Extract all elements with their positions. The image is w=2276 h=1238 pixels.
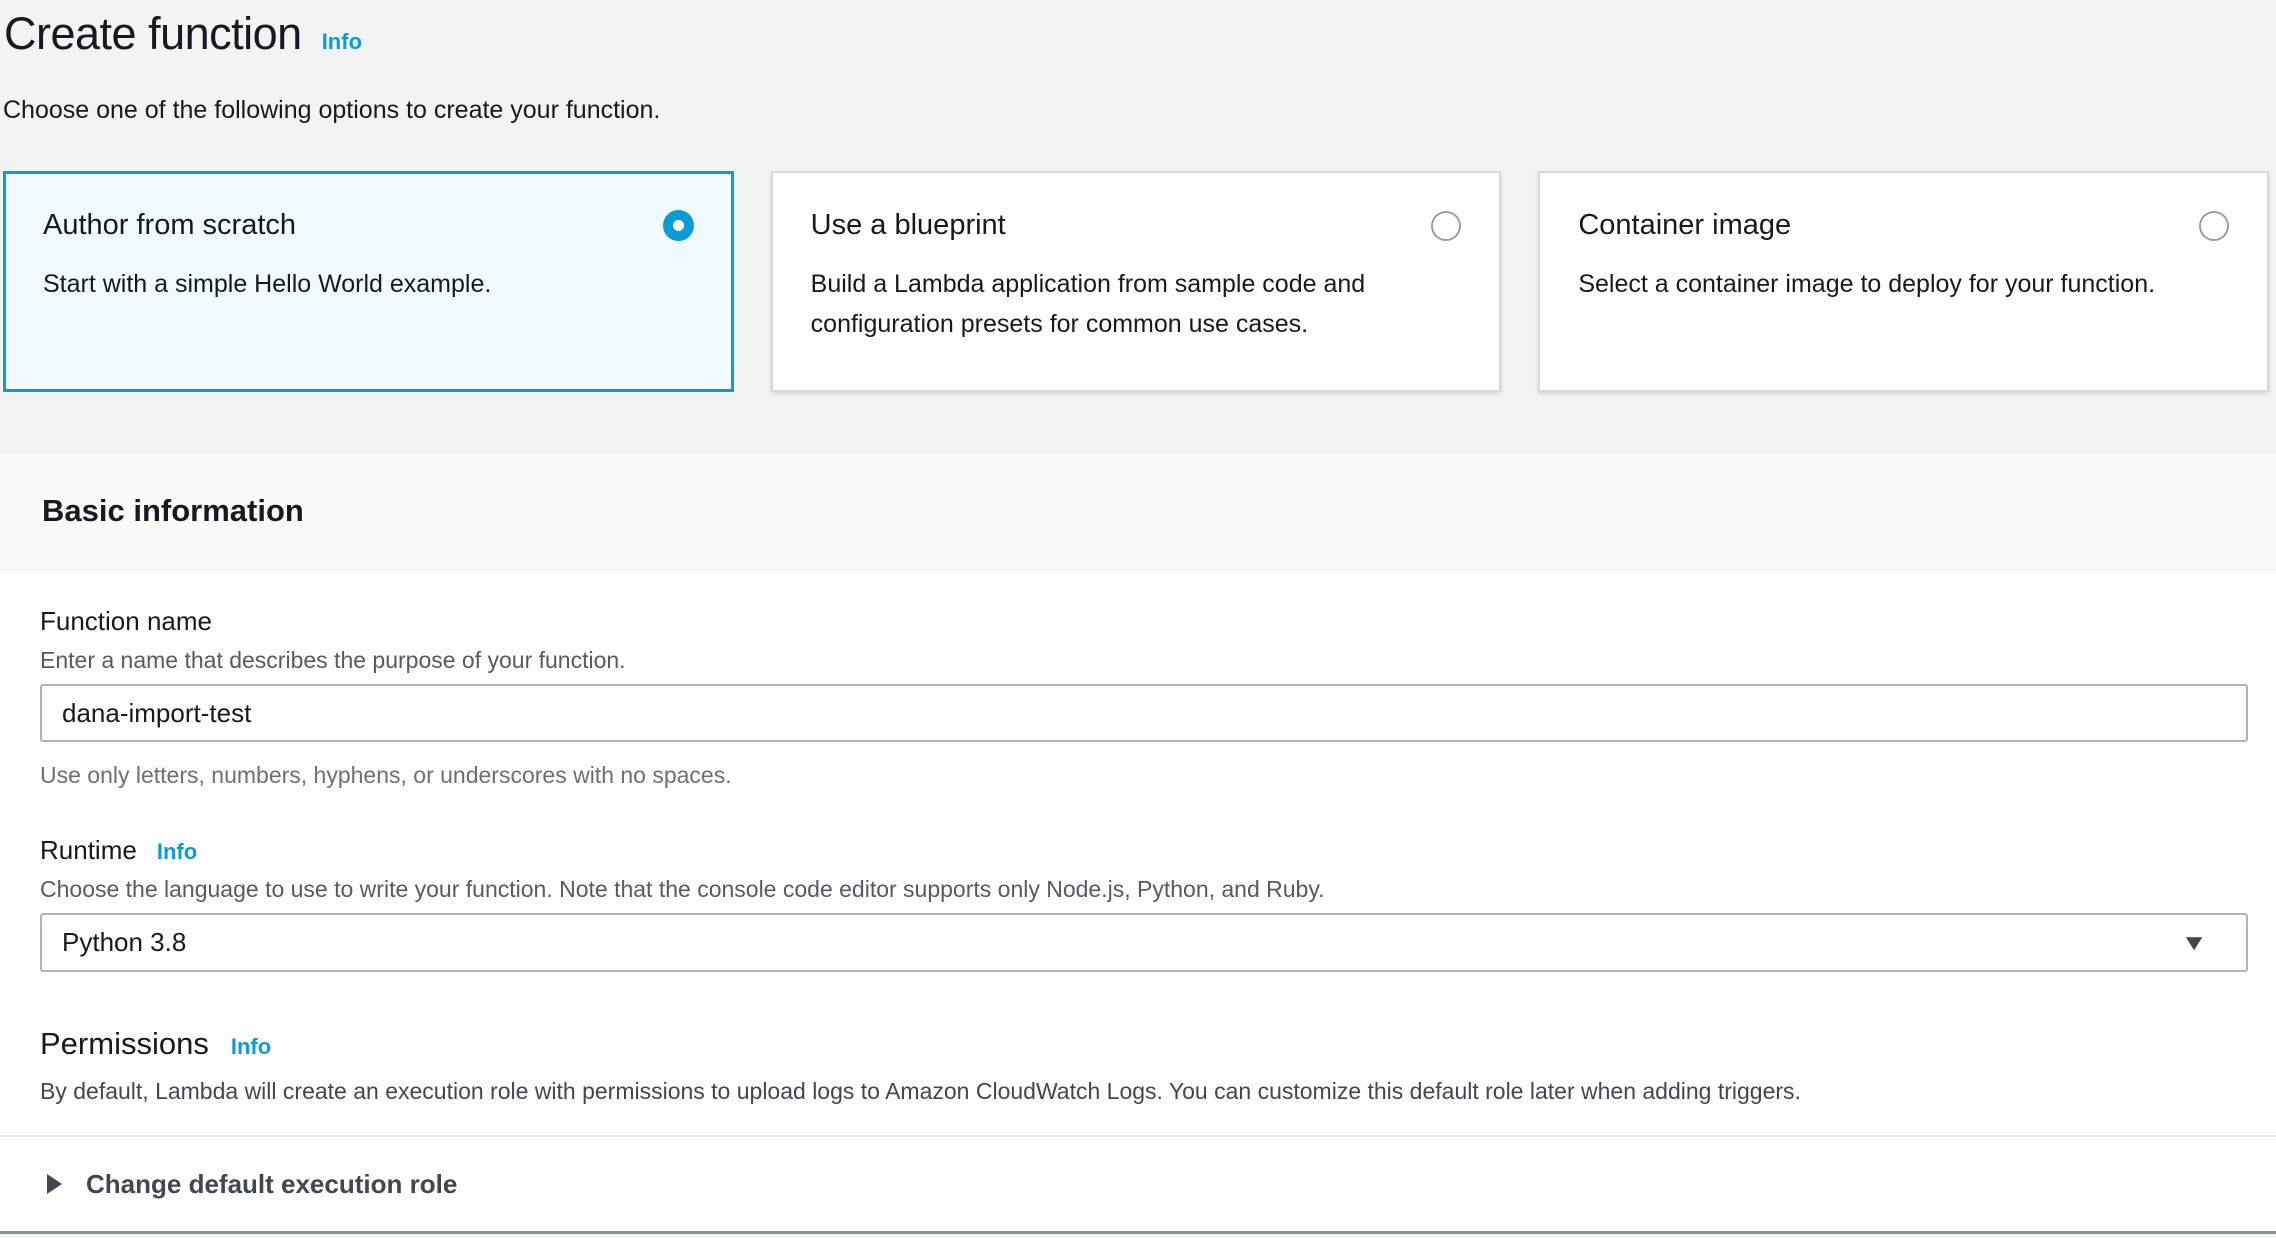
card-container-image[interactable]: Container image Select a container image…: [1538, 171, 2269, 392]
dropdown-arrow-icon: ▼: [2180, 930, 2208, 956]
page-title: Create function: [4, 8, 302, 60]
function-name-input[interactable]: [40, 684, 2248, 742]
create-function-page-header: Create function Info Choose one of the f…: [0, 0, 2276, 452]
page-bottom-strip: [0, 1234, 2276, 1238]
expand-caret-icon: [47, 1174, 62, 1194]
function-name-label: Function name: [40, 606, 2248, 637]
page-subtitle: Choose one of the following options to c…: [3, 96, 2269, 125]
permissions-description: By default, Lambda will create an execut…: [40, 1078, 2248, 1105]
card-use-a-blueprint[interactable]: Use a blueprint Build a Lambda applicati…: [771, 171, 1502, 392]
basic-information-heading: Basic information: [42, 493, 304, 529]
radio-selected-icon[interactable]: [663, 210, 694, 241]
runtime-field: Runtime Info Choose the language to use …: [40, 835, 2248, 972]
radio-unselected-icon[interactable]: [1431, 211, 1461, 241]
basic-information-header: Basic information: [0, 452, 2276, 570]
permissions-heading: Permissions: [40, 1026, 209, 1062]
card-title: Author from scratch: [43, 209, 296, 242]
expander-label: Change default execution role: [86, 1169, 457, 1200]
function-name-constraint: Use only letters, numbers, hyphens, or u…: [40, 762, 2248, 789]
creation-option-cards: Author from scratch Start with a simple …: [3, 171, 2269, 392]
card-description: Select a container image to deploy for y…: [1578, 264, 2229, 304]
card-description: Build a Lambda application from sample c…: [811, 264, 1462, 344]
function-name-description: Enter a name that describes the purpose …: [40, 647, 2248, 674]
page-title-row: Create function Info: [4, 8, 2269, 60]
card-author-from-scratch[interactable]: Author from scratch Start with a simple …: [3, 171, 734, 392]
runtime-select[interactable]: Python 3.8 ▼: [40, 913, 2248, 972]
runtime-info-link[interactable]: Info: [157, 839, 197, 865]
basic-information-body: Function name Enter a name that describe…: [0, 570, 2276, 1135]
permissions-info-link[interactable]: Info: [231, 1034, 271, 1060]
create-function-info-link[interactable]: Info: [322, 29, 362, 55]
runtime-label: Runtime: [40, 835, 137, 866]
basic-information-panel: Basic information Function name Enter a …: [0, 452, 2276, 1238]
card-description: Start with a simple Hello World example.: [43, 264, 694, 304]
change-default-execution-role-expander[interactable]: Change default execution role: [0, 1135, 2276, 1231]
radio-unselected-icon[interactable]: [2199, 211, 2229, 241]
card-title: Use a blueprint: [811, 209, 1006, 242]
card-title: Container image: [1578, 209, 1791, 242]
runtime-description: Choose the language to use to write your…: [40, 876, 2248, 903]
runtime-selected-option: Python 3.8: [62, 927, 186, 958]
